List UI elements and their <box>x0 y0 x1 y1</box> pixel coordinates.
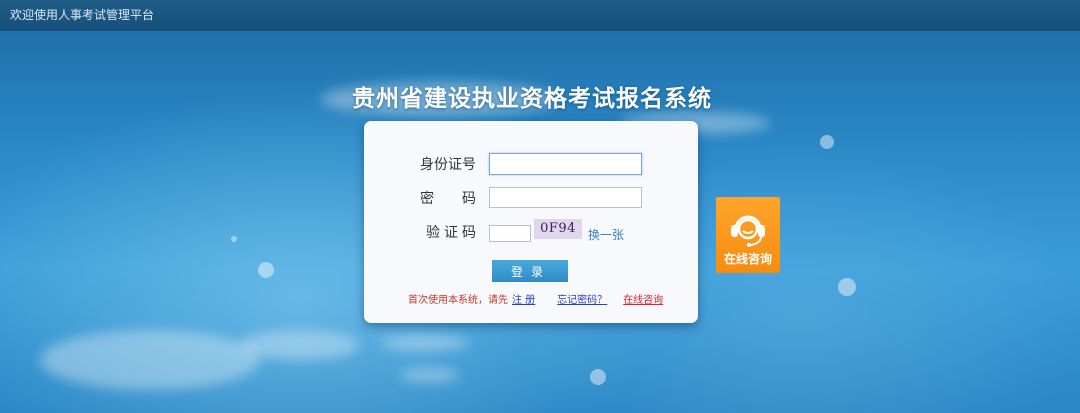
online-consult-link[interactable]: 在线咨询 <box>623 295 663 306</box>
welcome-text: 欢迎使用人事考试管理平台 <box>10 8 155 22</box>
id-row: 身份证号 <box>420 154 476 174</box>
online-support-label: 在线咨询 <box>723 252 772 266</box>
captcha-image[interactable]: 0F94 <box>534 219 582 239</box>
cloud <box>400 368 460 382</box>
bokeh-dot <box>590 369 606 385</box>
cloud <box>380 335 470 351</box>
password-input[interactable] <box>489 187 642 208</box>
bokeh-dot <box>258 262 274 278</box>
password-label: 密码 <box>420 191 476 207</box>
register-link[interactable]: 注 册 <box>512 295 535 306</box>
login-button[interactable]: 登录 <box>492 260 568 282</box>
page-title: 贵州省建设执业资格考试报名系统 <box>352 86 712 112</box>
footer-links: 首次使用本系统，请先注 册 忘记密码？ 在线咨询 <box>408 291 663 306</box>
bokeh-dot <box>820 135 834 149</box>
id-label: 身份证号 <box>420 157 476 173</box>
login-panel: 身份证号 密码 验证码 0F94 换一张 登录 首次使用本系统，请先注 册 忘记密… <box>364 121 698 323</box>
captcha-row: 验证码 <box>426 222 476 242</box>
first-use-note: 首次使用本系统，请先 <box>408 295 508 306</box>
forgot-password-link[interactable]: 忘记密码？ <box>557 295 607 306</box>
headset-icon <box>731 215 765 247</box>
id-number-input[interactable] <box>489 153 642 175</box>
bokeh-dot <box>231 236 237 242</box>
refresh-captcha-link[interactable]: 换一张 <box>588 226 624 243</box>
bokeh-dot <box>838 278 856 296</box>
cloud <box>240 330 360 360</box>
top-bar: 欢迎使用人事考试管理平台 <box>0 0 1080 31</box>
captcha-label: 验证码 <box>426 225 476 241</box>
captcha-input[interactable] <box>489 225 531 242</box>
password-row: 密码 <box>420 188 476 208</box>
cloud <box>40 330 260 390</box>
online-support-button[interactable]: 在线咨询 <box>716 197 780 273</box>
